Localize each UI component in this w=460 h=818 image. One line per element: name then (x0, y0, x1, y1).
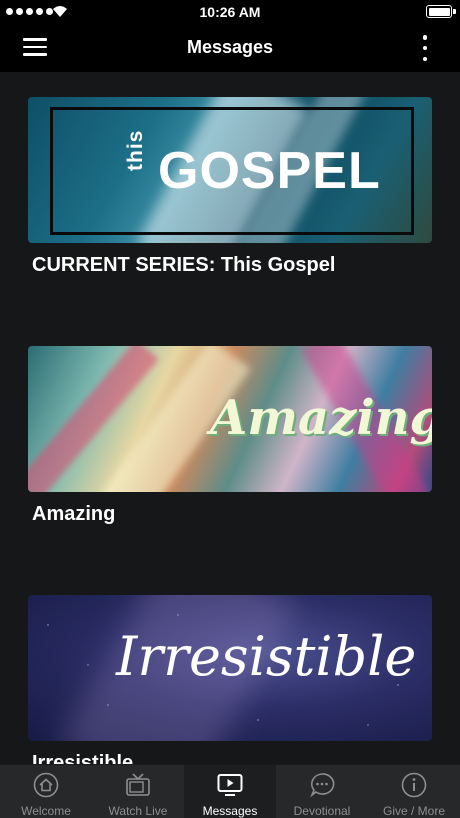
tab-label: Welcome (21, 804, 71, 818)
series-title[interactable]: CURRENT SERIES: This Gospel (32, 254, 432, 277)
tab-messages[interactable]: Messages (184, 765, 276, 818)
battery-icon (426, 5, 452, 18)
series-artwork-this-gospel[interactable]: this GOSPEL (28, 97, 432, 243)
more-options-icon[interactable] (416, 35, 434, 61)
artwork-text-gospel: GOSPEL (158, 142, 381, 200)
tab-welcome[interactable]: Welcome (0, 765, 92, 818)
series-title[interactable]: Amazing (32, 503, 432, 526)
status-bar: 10:26 AM (0, 0, 460, 24)
tab-label: Devotional (293, 804, 351, 818)
tab-give-more[interactable]: Give / More (368, 765, 460, 818)
status-time: 10:26 AM (199, 4, 261, 20)
series-title[interactable]: Irresistible (32, 752, 432, 764)
tv-icon (126, 773, 150, 796)
tab-bar: Welcome Watch Live Messages Devotional G… (0, 764, 460, 818)
artwork-text-irresistible: Irresistible (116, 625, 417, 688)
tab-label: Give / More (382, 804, 445, 818)
tab-label: Messages (202, 804, 258, 818)
chat-bubble-icon (310, 773, 335, 798)
navigation-bar: Messages (0, 24, 460, 72)
tab-watch-live[interactable]: Watch Live (92, 765, 184, 818)
page-title: Messages (186, 37, 274, 57)
series-card-amazing[interactable]: Amazing Amazing (28, 346, 432, 526)
tab-label: Watch Live (108, 804, 168, 818)
series-artwork-irresistible[interactable]: Irresistible (28, 595, 432, 741)
tab-devotional[interactable]: Devotional (276, 765, 368, 818)
info-icon (401, 772, 427, 798)
artwork-text-amazing: Amazing (210, 390, 432, 446)
play-screen-icon (217, 774, 243, 796)
message-series-list[interactable]: this GOSPEL CURRENT SERIES: This Gospel … (0, 72, 460, 764)
home-icon (33, 772, 59, 798)
series-artwork-amazing[interactable]: Amazing (28, 346, 432, 492)
artwork-text-this: this (124, 129, 147, 171)
series-card-this-gospel[interactable]: this GOSPEL CURRENT SERIES: This Gospel (28, 97, 432, 277)
series-card-irresistible[interactable]: Irresistible Irresistible (28, 595, 432, 764)
